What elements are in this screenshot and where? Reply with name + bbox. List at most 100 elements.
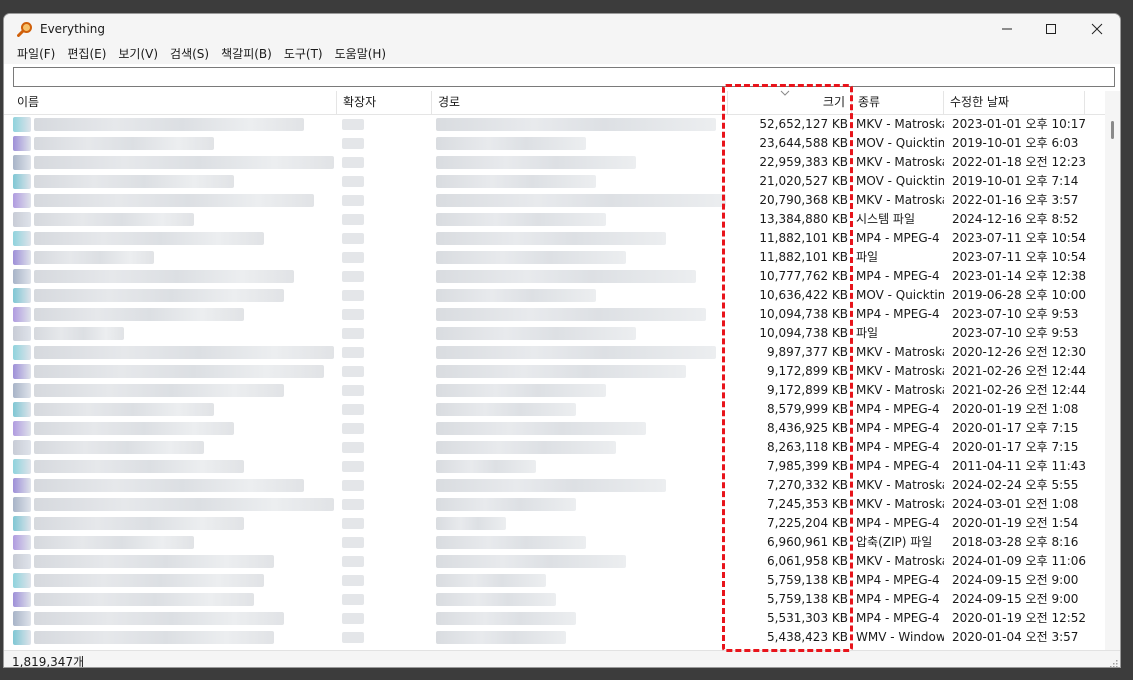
file-path-redacted [436, 384, 606, 397]
file-modified-date: 2024-01-09 오후 11:06 [952, 554, 1087, 568]
results-list[interactable]: 52,652,127 KB MKV - Matroska 2023-01-01 오후… [4, 115, 1105, 650]
file-extension-redacted [342, 537, 364, 548]
file-extension-redacted [342, 214, 364, 225]
table-row[interactable]: 52,652,127 KB MKV - Matroska 2023-01-01 오후… [4, 115, 1105, 134]
file-size: 8,436,925 KB [767, 421, 848, 435]
file-name-redacted [34, 555, 274, 568]
maximize-button[interactable] [1028, 14, 1074, 44]
file-type: MKV - Matroska [856, 364, 944, 378]
table-row[interactable]: 10,094,738 KB MP4 - MPEG-4 2023-07-10 오후 9… [4, 305, 1105, 324]
table-row[interactable]: 21,020,527 KB MOV - Quicktime 2019-10-01 오… [4, 172, 1105, 191]
file-extension-redacted [342, 594, 364, 605]
menu-edit[interactable]: 편집(E) [61, 44, 112, 64]
table-row[interactable]: 22,959,383 KB MKV - Matroska 2022-01-18 오전… [4, 153, 1105, 172]
file-icon [13, 155, 31, 170]
minimize-button[interactable] [984, 14, 1030, 44]
table-row[interactable]: 5,759,138 KB MP4 - MPEG-4 2024-09-15 오전 9:… [4, 590, 1105, 609]
table-row[interactable]: 11,882,101 KB 파일 2023-07-11 오후 10:54 [4, 248, 1105, 267]
file-modified-date: 2020-01-04 오전 3:57 [952, 630, 1079, 644]
menu-view[interactable]: 보기(V) [112, 44, 164, 64]
file-modified-date: 2021-02-26 오전 12:44 [952, 364, 1087, 378]
file-type: WMV - Windows Media [856, 630, 944, 644]
file-type: 압축(ZIP) 파일 [856, 535, 933, 549]
result-count: 1,819,347개 [12, 655, 85, 668]
file-modified-date: 2023-07-10 오후 9:53 [952, 326, 1079, 340]
minimize-icon [1002, 28, 1012, 30]
scrollbar-thumb[interactable] [1111, 121, 1114, 139]
table-row[interactable]: 8,579,999 KB MP4 - MPEG-4 2020-01-19 오전 1:… [4, 400, 1105, 419]
file-type: 시스템 파일 [856, 212, 916, 226]
file-path-redacted [436, 213, 606, 226]
menu-file[interactable]: 파일(F) [11, 44, 61, 64]
table-row[interactable]: 10,777,762 KB MP4 - MPEG-4 2023-01-14 오후 1… [4, 267, 1105, 286]
close-button[interactable] [1074, 14, 1120, 44]
column-header-type[interactable]: 종류 [852, 91, 944, 114]
table-row[interactable]: 7,985,399 KB MP4 - MPEG-4 2011-04-11 오후 11… [4, 457, 1105, 476]
table-row[interactable]: 9,172,899 KB MKV - Matroska 2021-02-26 오전 … [4, 362, 1105, 381]
vertical-scrollbar[interactable] [1105, 91, 1120, 650]
table-row[interactable]: 5,531,303 KB MP4 - MPEG-4 2020-01-19 오전 12… [4, 609, 1105, 628]
table-row[interactable]: 6,960,961 KB 압축(ZIP) 파일 2018-03-28 오후 8:16 [4, 533, 1105, 552]
file-name-redacted [34, 517, 244, 530]
file-path-redacted [436, 612, 576, 625]
file-icon [13, 554, 31, 569]
table-row[interactable]: 10,636,422 KB MOV - Quicktime 2019-06-28 오… [4, 286, 1105, 305]
file-size: 7,245,353 KB [767, 497, 848, 511]
table-row[interactable]: 7,270,332 KB MKV - Matroska 2024-02-24 오후 … [4, 476, 1105, 495]
menu-search[interactable]: 검색(S) [164, 44, 215, 64]
file-extension-redacted [342, 176, 364, 187]
file-modified-date: 2024-09-15 오전 9:00 [952, 592, 1079, 606]
table-row[interactable]: 8,263,118 KB MP4 - MPEG-4 2020-01-17 오후 7:… [4, 438, 1105, 457]
file-modified-date: 2019-06-28 오후 10:00 [952, 288, 1087, 302]
file-size: 7,270,332 KB [767, 478, 848, 492]
file-name-redacted [34, 631, 274, 644]
column-header-name[interactable]: 이름 [4, 91, 337, 114]
menu-bookmarks[interactable]: 책갈피(B) [215, 44, 278, 64]
table-row[interactable]: 11,882,101 KB MP4 - MPEG-4 2023-07-11 오후 1… [4, 229, 1105, 248]
file-path-redacted [436, 232, 666, 245]
file-extension-redacted [342, 499, 364, 510]
table-row[interactable]: 9,897,377 KB MKV - Matroska 2020-12-26 오전 … [4, 343, 1105, 362]
file-type: 파일 [856, 250, 879, 264]
file-extension-redacted [342, 423, 364, 434]
file-name-redacted [34, 403, 214, 416]
file-icon [13, 573, 31, 588]
table-row[interactable]: 7,225,204 KB MP4 - MPEG-4 2020-01-19 오전 1:… [4, 514, 1105, 533]
column-header-extension[interactable]: 확장자 [337, 91, 432, 114]
title-bar[interactable]: Everything [4, 14, 1120, 44]
table-row[interactable]: 5,759,138 KB MP4 - MPEG-4 2024-09-15 오전 9:… [4, 571, 1105, 590]
column-header-modified[interactable]: 수정한 날짜 [944, 91, 1085, 114]
table-row[interactable]: 20,790,368 KB MKV - Matroska 2022-01-16 오후… [4, 191, 1105, 210]
table-row[interactable]: 8,436,925 KB MP4 - MPEG-4 2020-01-17 오후 7:… [4, 419, 1105, 438]
file-path-redacted [436, 327, 636, 340]
column-header-path[interactable]: 경로 [432, 91, 728, 114]
table-row[interactable]: 6,061,958 KB MKV - Matroska 2024-01-09 오후 … [4, 552, 1105, 571]
file-size: 52,652,127 KB [759, 117, 848, 131]
file-type: MP4 - MPEG-4 [856, 421, 940, 435]
file-extension-redacted [342, 632, 364, 643]
table-row[interactable]: 23,644,588 KB MOV - Quicktime 2019-10-01 오… [4, 134, 1105, 153]
column-header-size[interactable]: 크기 [728, 91, 852, 114]
table-row[interactable]: 9,172,899 KB MKV - Matroska 2021-02-26 오전 … [4, 381, 1105, 400]
menu-help[interactable]: 도움말(H) [329, 44, 393, 64]
file-extension-redacted [342, 461, 364, 472]
file-icon [13, 117, 31, 132]
maximize-icon [1046, 24, 1056, 34]
file-modified-date: 2023-01-14 오후 12:38 [952, 269, 1087, 283]
file-extension-redacted [342, 575, 364, 586]
table-row[interactable]: 13,384,880 KB 시스템 파일 2024-12-16 오후 8:52 [4, 210, 1105, 229]
search-input[interactable] [14, 68, 1114, 86]
file-icon [13, 478, 31, 493]
column-header: 이름 확장자 경로 크기 종류 수정한 날짜 [4, 90, 1105, 115]
resize-grip-icon[interactable] [1108, 658, 1118, 668]
table-row[interactable]: 5,438,423 KB WMV - Windows Media 2020-01-0… [4, 628, 1105, 647]
table-row[interactable]: 7,245,353 KB MKV - Matroska 2024-03-01 오전 … [4, 495, 1105, 514]
file-path-redacted [436, 536, 586, 549]
menu-tools[interactable]: 도구(T) [278, 44, 329, 64]
file-size: 5,438,423 KB [767, 630, 848, 644]
file-size: 9,172,899 KB [767, 383, 848, 397]
table-row[interactable]: 10,094,738 KB 파일 2023-07-10 오후 9:53 [4, 324, 1105, 343]
file-size: 7,985,399 KB [767, 459, 848, 473]
file-name-redacted [34, 289, 284, 302]
file-path-redacted [436, 517, 506, 530]
